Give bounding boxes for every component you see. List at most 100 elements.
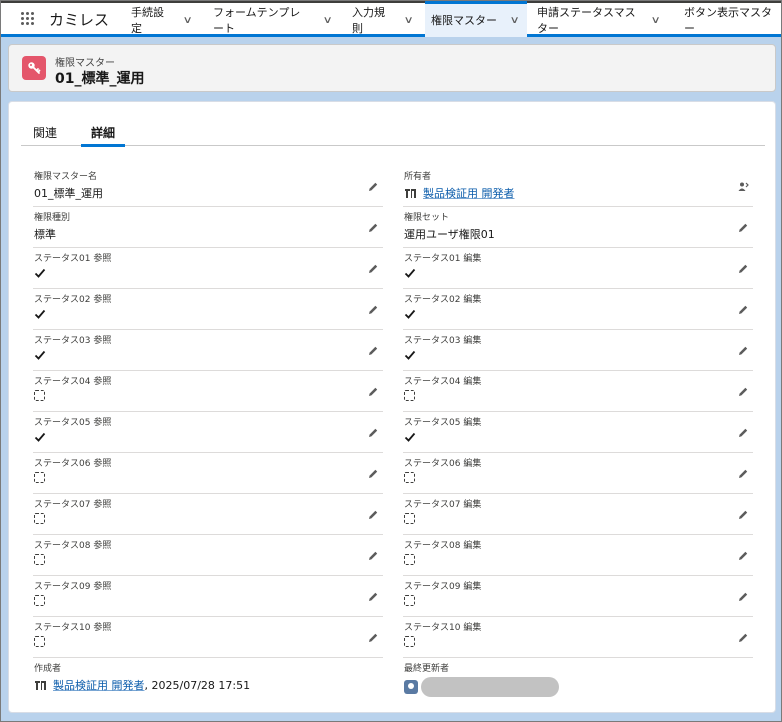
key-icon bbox=[22, 56, 46, 80]
field-row: ステータス04 編集 bbox=[403, 371, 753, 412]
edit-pencil-icon[interactable] bbox=[737, 468, 749, 480]
chevron-down-icon[interactable]: ∨ bbox=[403, 15, 413, 26]
field-row: ステータス10 参照 bbox=[33, 617, 383, 658]
checkmark-icon bbox=[404, 267, 416, 279]
edit-pencil-icon[interactable] bbox=[367, 591, 379, 603]
edit-pencil-icon[interactable] bbox=[737, 222, 749, 234]
detail-panel: 関連 詳細 権限マスター名 01_標準_運用 権限種別 標準 ステータス01 参照 ステー… bbox=[8, 101, 776, 713]
field-label: ステータス10 編集 bbox=[404, 623, 482, 633]
field-row: 権限種別 標準 bbox=[33, 207, 383, 248]
change-owner-icon[interactable] bbox=[737, 181, 749, 193]
unchecked-box-icon bbox=[34, 554, 45, 565]
field-row: 作成者 製品検証用 開発者, 2025/07/28 17:51 bbox=[33, 658, 383, 699]
field-label: ステータス09 参照 bbox=[34, 582, 112, 592]
field-row: ステータス03 参照 bbox=[33, 330, 383, 371]
edit-pencil-icon[interactable] bbox=[737, 591, 749, 603]
nav-item-status-master[interactable]: 申請ステータスマスター ∨ bbox=[531, 3, 665, 37]
checkmark-icon bbox=[34, 349, 46, 361]
field-value: 製品検証用 開発者 bbox=[404, 185, 515, 201]
chevron-down-icon[interactable]: ∨ bbox=[650, 15, 660, 26]
edit-pencil-icon[interactable] bbox=[367, 263, 379, 275]
chevron-down-icon[interactable]: ∨ bbox=[182, 15, 192, 26]
checkmark-icon bbox=[34, 431, 46, 443]
field-label: ステータス04 参照 bbox=[34, 377, 112, 387]
field-label: ステータス02 参照 bbox=[34, 295, 112, 305]
nav-item-button-display-master[interactable]: ボタン表示マスター bbox=[678, 3, 781, 37]
field-row: ステータス06 参照 bbox=[33, 453, 383, 494]
field-row: ステータス04 参照 bbox=[33, 371, 383, 412]
field-label: 権限マスター名 bbox=[34, 172, 98, 182]
field-label: ステータス01 参照 bbox=[34, 254, 112, 264]
field-label: ステータス07 編集 bbox=[404, 500, 482, 510]
edit-pencil-icon[interactable] bbox=[367, 304, 379, 316]
field-label: ステータス01 編集 bbox=[404, 254, 482, 264]
field-label: ステータス07 参照 bbox=[34, 500, 112, 510]
field-value bbox=[404, 349, 416, 361]
field-row: ステータス02 参照 bbox=[33, 289, 383, 330]
edit-pencil-icon[interactable] bbox=[367, 427, 379, 439]
user-link[interactable]: 製品検証用 開発者 bbox=[423, 185, 515, 201]
field-label: ステータス08 編集 bbox=[404, 541, 482, 551]
edit-pencil-icon[interactable] bbox=[737, 550, 749, 562]
edit-pencil-icon[interactable] bbox=[737, 345, 749, 357]
edit-pencil-icon[interactable] bbox=[367, 632, 379, 644]
edit-pencil-icon[interactable] bbox=[737, 427, 749, 439]
field-label: 権限セット bbox=[404, 213, 450, 223]
field-value bbox=[34, 349, 46, 361]
field-value bbox=[404, 431, 416, 443]
unchecked-box-icon bbox=[404, 390, 415, 401]
field-row: ステータス05 編集 bbox=[403, 412, 753, 453]
nav-item-label: フォームテンプレート bbox=[213, 6, 301, 35]
checkmark-icon bbox=[404, 308, 416, 320]
tab-related[interactable]: 関連 bbox=[33, 124, 57, 141]
edit-pencil-icon[interactable] bbox=[367, 345, 379, 357]
app-name: カミレス bbox=[49, 11, 110, 29]
field-value bbox=[404, 677, 559, 697]
top-navigation-bar: カミレス 手続設定 ∨ フォームテンプレート ∨ 入力規則 ∨ 権限マスター ∨… bbox=[1, 1, 781, 37]
field-row: ステータス05 参照 bbox=[33, 412, 383, 453]
record-header: 権限マスター 01_標準_運用 bbox=[8, 44, 776, 92]
nav-item-label: ボタン表示マスター bbox=[684, 6, 772, 35]
tab-details[interactable]: 詳細 bbox=[80, 124, 126, 147]
field-label: ステータス05 編集 bbox=[404, 418, 482, 428]
field-value bbox=[34, 636, 45, 647]
nav-item-label: 権限マスター bbox=[431, 14, 497, 27]
user-icon bbox=[34, 679, 47, 691]
field-row: ステータス02 編集 bbox=[403, 289, 753, 330]
nav-item-input-rules[interactable]: 入力規則 ∨ bbox=[346, 3, 418, 37]
unchecked-box-icon bbox=[34, 513, 45, 524]
nav-item-label: 申請ステータスマスター bbox=[537, 6, 636, 35]
field-label: 最終更新者 bbox=[404, 664, 450, 674]
chevron-down-icon[interactable]: ∨ bbox=[322, 15, 332, 26]
chevron-down-icon[interactable]: ∨ bbox=[510, 15, 520, 26]
field-label: ステータス09 編集 bbox=[404, 582, 482, 592]
checkmark-icon bbox=[34, 267, 46, 279]
field-row: ステータス01 参照 bbox=[33, 248, 383, 289]
edit-pencil-icon[interactable] bbox=[737, 304, 749, 316]
edit-pencil-icon[interactable] bbox=[737, 632, 749, 644]
nav-item-procedure-settings[interactable]: 手続設定 ∨ bbox=[125, 3, 197, 37]
field-value bbox=[34, 308, 46, 320]
edit-pencil-icon[interactable] bbox=[737, 386, 749, 398]
object-type-label: 権限マスター bbox=[55, 58, 115, 69]
edit-pencil-icon[interactable] bbox=[367, 468, 379, 480]
nav-item-label: 入力規則 bbox=[352, 6, 385, 35]
nav-item-permission-master[interactable]: 権限マスター ∨ bbox=[425, 1, 527, 37]
edit-pencil-icon[interactable] bbox=[367, 181, 379, 193]
field-label: ステータス10 参照 bbox=[34, 623, 112, 633]
unchecked-box-icon bbox=[34, 595, 45, 606]
edit-pencil-icon[interactable] bbox=[367, 386, 379, 398]
nav-item-form-template[interactable]: フォームテンプレート ∨ bbox=[207, 3, 337, 37]
edit-pencil-icon[interactable] bbox=[737, 509, 749, 521]
checkmark-icon bbox=[404, 431, 416, 443]
unchecked-box-icon bbox=[404, 472, 415, 483]
field-value bbox=[34, 472, 45, 483]
field-row: 権限セット 運用ユーザ権限01 bbox=[403, 207, 753, 248]
edit-pencil-icon[interactable] bbox=[367, 509, 379, 521]
edit-pencil-icon[interactable] bbox=[367, 550, 379, 562]
field-value bbox=[404, 595, 415, 606]
edit-pencil-icon[interactable] bbox=[367, 222, 379, 234]
edit-pencil-icon[interactable] bbox=[737, 263, 749, 275]
app-launcher-icon[interactable] bbox=[21, 12, 35, 26]
user-link[interactable]: 製品検証用 開発者 bbox=[53, 677, 145, 693]
